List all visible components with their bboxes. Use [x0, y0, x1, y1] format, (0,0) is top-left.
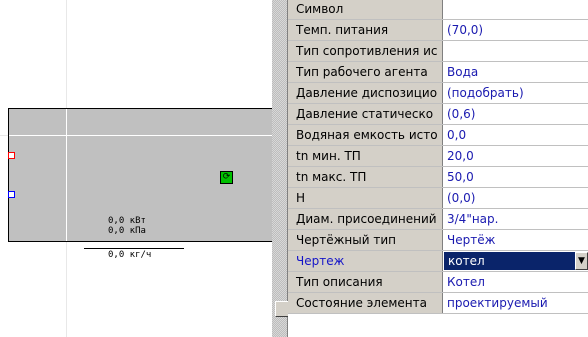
property-name: H	[288, 188, 443, 208]
property-name: Давление статическо	[288, 104, 443, 124]
property-value[interactable]	[443, 0, 588, 19]
property-name: Тип описания	[288, 272, 443, 292]
property-row[interactable]: Тип рабочего агента Вода	[288, 62, 588, 83]
property-value[interactable]: (0,0)	[443, 188, 588, 208]
property-value[interactable]: 0,0	[443, 125, 588, 145]
property-row[interactable]: Водяная емкость исто 0,0	[288, 125, 588, 146]
property-row[interactable]: H (0,0)	[288, 188, 588, 209]
property-name: Давление диспозицио	[288, 83, 443, 103]
property-row[interactable]: Диам. присоединений 3/4"нар.	[288, 209, 588, 230]
property-row[interactable]: Чертёжный тип Чертёж	[288, 230, 588, 251]
property-row[interactable]: Символ	[288, 0, 588, 20]
property-name: Тип сопротивления ис	[288, 41, 443, 61]
flow-label: 0,0 кг/ч	[108, 250, 152, 260]
flow-underline	[84, 248, 184, 249]
property-row[interactable]: tn макс. ТП 50,0	[288, 167, 588, 188]
property-value[interactable]: (подобрать)	[443, 83, 588, 103]
property-name: tn мин. ТП	[288, 146, 443, 166]
property-row[interactable]: Тип описания Котел	[288, 272, 588, 293]
property-value[interactable]: (70,0)	[443, 20, 588, 40]
property-name: Символ	[288, 0, 443, 19]
pressure-label: 0,0 кПа	[108, 226, 146, 236]
property-name: Чертёжный тип	[288, 230, 443, 250]
property-value[interactable]	[443, 41, 588, 61]
element-guide-horizontal	[9, 135, 272, 136]
property-name: tn макс. ТП	[288, 167, 443, 187]
return-port-icon[interactable]	[8, 191, 15, 198]
property-row[interactable]: Состояние элемента проектируемый	[288, 293, 588, 314]
property-row[interactable]: Давление статическо (0,6)	[288, 104, 588, 125]
property-name: Водяная емкость исто	[288, 125, 443, 145]
property-row[interactable]: Темп. питания (70,0)	[288, 20, 588, 41]
chevron-down-icon[interactable]: ▼	[575, 252, 588, 270]
property-grid: Символ Темп. питания (70,0) Тип сопротивлен…	[288, 0, 588, 337]
supply-port-icon[interactable]	[8, 152, 15, 159]
property-name: Темп. питания	[288, 20, 443, 40]
boiler-symbol-icon[interactable]: ⟳	[220, 171, 233, 184]
property-value[interactable]: Чертёж	[443, 230, 588, 250]
property-name: Чертеж	[288, 251, 443, 271]
property-value[interactable]: 3/4"нар.	[443, 209, 588, 229]
property-value[interactable]: проектируемый	[443, 293, 588, 313]
property-value[interactable]: (0,6)	[443, 104, 588, 124]
property-row[interactable]: tn мин. ТП 20,0	[288, 146, 588, 167]
property-row[interactable]: Тип сопротивления ис	[288, 41, 588, 62]
property-value[interactable]: Вода	[443, 62, 588, 82]
power-label: 0,0 кВт	[108, 216, 146, 226]
property-value[interactable]: 20,0	[443, 146, 588, 166]
element-guide-vertical	[66, 109, 67, 241]
property-row[interactable]: Чертеж котел ▼	[288, 251, 588, 272]
drawing-canvas[interactable]: ⟳ 0,0 кВт 0,0 кПа 0,0 кг/ч	[0, 0, 272, 337]
property-value[interactable]: Котел	[443, 272, 588, 292]
panel-splitter[interactable]	[272, 0, 288, 337]
property-value[interactable]: котел	[444, 252, 582, 270]
property-value[interactable]: 50,0	[443, 167, 588, 187]
property-row[interactable]: Давление диспозицио (подобрать)	[288, 83, 588, 104]
property-name: Состояние элемента	[288, 293, 443, 313]
property-name: Диам. присоединений	[288, 209, 443, 229]
property-name: Тип рабочего агента	[288, 62, 443, 82]
